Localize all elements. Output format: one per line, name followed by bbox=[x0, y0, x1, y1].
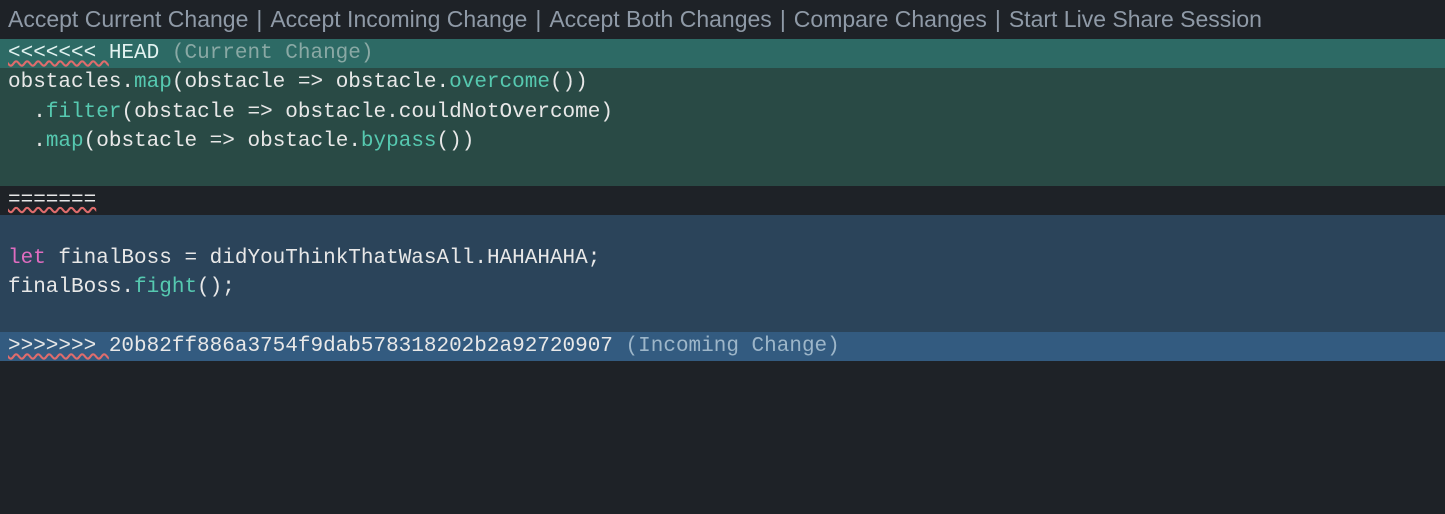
code-line[interactable]: .filter(obstacle => obstacle.couldNotOve… bbox=[0, 98, 1445, 127]
conflict-divider-marker: ======= bbox=[8, 189, 96, 212]
conflict-incoming-label: (Incoming Change) bbox=[626, 335, 840, 358]
conflict-incoming-ref: 20b82ff886a3754f9dab578318202b2a92720907 bbox=[109, 335, 613, 358]
accept-both-changes-action[interactable]: Accept Both Changes bbox=[549, 4, 771, 35]
conflict-current-header[interactable]: <<<<<<< HEAD (Current Change) bbox=[0, 39, 1445, 68]
codelens-separator: | bbox=[987, 4, 1009, 35]
code-line[interactable]: finalBoss.fight(); bbox=[0, 273, 1445, 302]
conflict-current-ref: HEAD bbox=[109, 42, 159, 65]
conflict-marker-end: >>>>>>> bbox=[8, 335, 109, 358]
accept-current-change-action[interactable]: Accept Current Change bbox=[8, 4, 248, 35]
code-line[interactable]: let finalBoss = didYouThinkThatWasAll.HA… bbox=[0, 244, 1445, 273]
codelens-separator: | bbox=[527, 4, 549, 35]
code-blank-line[interactable] bbox=[0, 215, 1445, 244]
codelens-separator: | bbox=[772, 4, 794, 35]
code-line[interactable]: obstacles.map(obstacle => obstacle.overc… bbox=[0, 68, 1445, 97]
code-line[interactable]: .map(obstacle => obstacle.bypass()) bbox=[0, 127, 1445, 156]
compare-changes-action[interactable]: Compare Changes bbox=[794, 4, 987, 35]
code-blank-line[interactable] bbox=[0, 157, 1445, 186]
conflict-incoming-header[interactable]: >>>>>>> 20b82ff886a3754f9dab578318202b2a… bbox=[0, 332, 1445, 361]
codelens-separator: | bbox=[248, 4, 270, 35]
conflict-current-label: (Current Change) bbox=[172, 42, 374, 65]
start-live-share-action[interactable]: Start Live Share Session bbox=[1009, 4, 1262, 35]
conflict-divider[interactable]: ======= bbox=[0, 186, 1445, 215]
accept-incoming-change-action[interactable]: Accept Incoming Change bbox=[270, 4, 527, 35]
code-blank-line[interactable] bbox=[0, 303, 1445, 332]
merge-codelens-bar: Accept Current Change | Accept Incoming … bbox=[0, 0, 1445, 39]
conflict-marker-start: <<<<<<< bbox=[8, 42, 109, 65]
